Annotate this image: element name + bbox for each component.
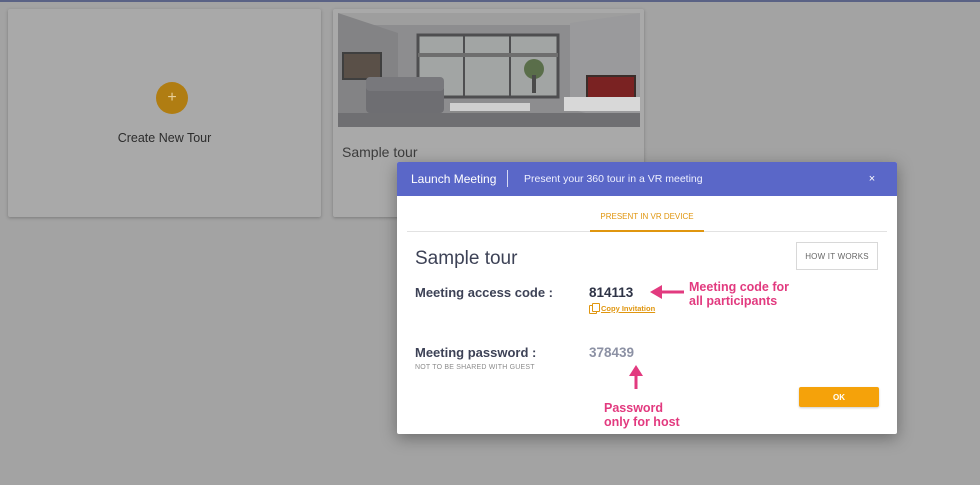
create-tour-label: Create New Tour — [117, 131, 212, 145]
annotation-line: Meeting code for — [689, 280, 790, 294]
access-code-value: 814113 — [589, 285, 634, 300]
top-border — [0, 0, 980, 2]
password-value: 378439 — [589, 345, 635, 360]
plus-icon[interactable]: + — [156, 82, 188, 114]
living-room-image — [338, 13, 640, 127]
access-code-label: Meeting access code : — [415, 285, 553, 300]
meeting-code-annotation: Meeting code for all participants — [689, 280, 809, 308]
sample-tour-title: Sample tour — [342, 144, 418, 160]
copy-invitation-link[interactable]: Copy Invitation — [589, 303, 656, 314]
password-note: NOT TO BE SHARED WITH GUEST — [415, 364, 535, 371]
create-tour-card[interactable]: + Create New Tour — [8, 9, 321, 217]
launch-meeting-dialog: Launch Meeting Present your 360 tour in … — [397, 162, 897, 434]
close-icon[interactable]: × — [863, 170, 881, 188]
tour-title: Sample tour — [415, 248, 518, 269]
dialog-subtitle: Present your 360 tour in a VR meeting — [524, 173, 703, 185]
tabs-bar: PRESENT IN VR DEVICE — [407, 202, 887, 232]
header-divider — [507, 170, 508, 187]
arrow-left-icon — [650, 285, 684, 299]
annotation-line: Password — [604, 401, 664, 415]
arrow-up-icon — [629, 365, 643, 389]
tab-present-in-vr-device[interactable]: PRESENT IN VR DEVICE — [590, 202, 704, 232]
dialog-header: Launch Meeting Present your 360 tour in … — [397, 162, 897, 196]
password-annotation: Password only for host — [604, 401, 704, 429]
tour-thumbnail[interactable] — [338, 13, 640, 127]
ok-button[interactable]: OK — [799, 387, 879, 407]
dialog-title: Launch Meeting — [411, 172, 497, 186]
copy-invitation-label: Copy Invitation — [601, 303, 656, 313]
annotation-line: all participants — [689, 294, 778, 308]
copy-icon — [589, 303, 600, 314]
annotation-line: only for host — [604, 415, 680, 429]
password-label: Meeting password : — [415, 345, 537, 360]
how-it-works-button[interactable]: HOW IT WORKS — [796, 242, 878, 270]
